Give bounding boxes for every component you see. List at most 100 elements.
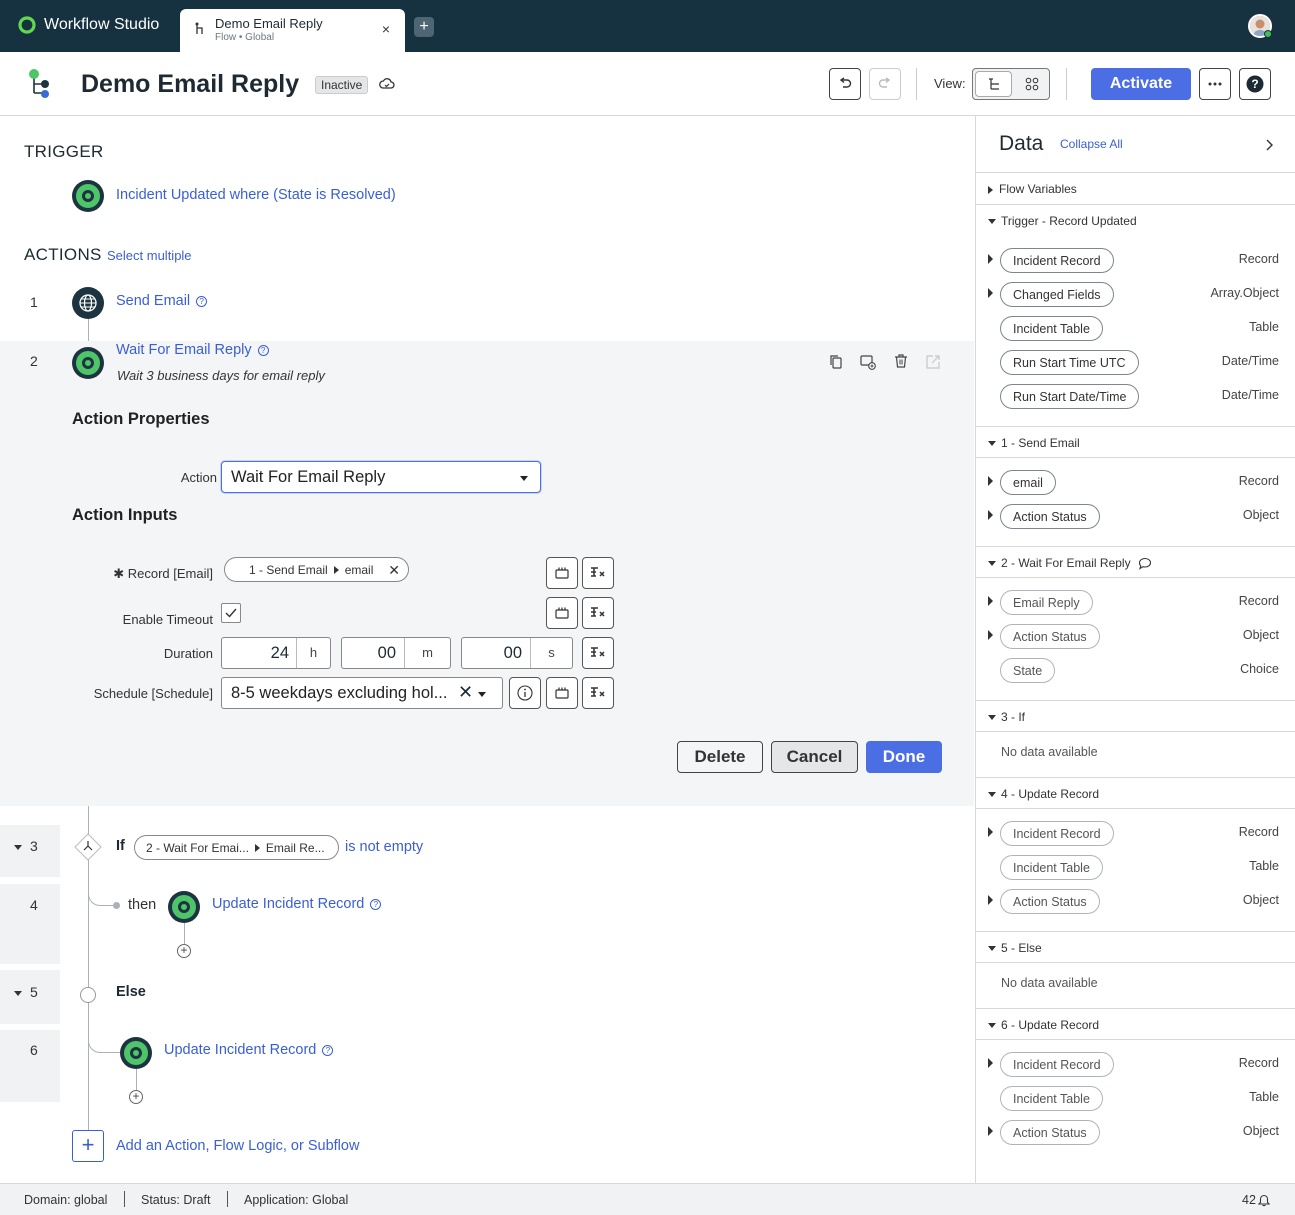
data-pill[interactable]: Incident Record <box>1000 821 1114 846</box>
collapse-step-icon[interactable] <box>14 839 27 854</box>
data-item[interactable]: Action Status Object <box>976 1115 1295 1149</box>
help-button[interactable]: ? <box>1239 68 1271 100</box>
data-pill[interactable]: State <box>1000 658 1056 683</box>
data-pill[interactable]: Run Start Time UTC <box>1000 350 1139 375</box>
data-item[interactable]: Run Start Time UTC Date/Time <box>976 345 1295 379</box>
duration-seconds-input[interactable]: 00 s <box>461 637 573 669</box>
data-item[interactable]: Email Reply Record <box>976 585 1295 619</box>
add-step-icon[interactable]: + <box>177 944 191 958</box>
data-section-else[interactable]: 5 - Else <box>976 931 1295 963</box>
add-action-link[interactable]: Add an Action, Flow Logic, or Subflow <box>116 1138 359 1154</box>
more-options-button[interactable] <box>1199 68 1231 100</box>
data-item[interactable]: Incident Table Table <box>976 1081 1295 1115</box>
select-multiple-link[interactable]: Select multiple <box>107 248 192 263</box>
expand-icon[interactable] <box>988 476 993 486</box>
condition-operator[interactable]: is not empty <box>345 839 423 855</box>
expand-icon[interactable] <box>988 510 993 520</box>
collapse-step-icon[interactable] <box>14 985 27 1000</box>
comment-icon[interactable] <box>1138 557 1152 571</box>
tree-view-button[interactable] <box>975 71 1012 97</box>
data-section-if[interactable]: 3 - If <box>976 700 1295 732</box>
data-pill-picker-button[interactable] <box>546 677 578 709</box>
clear-icon[interactable]: ✕ <box>458 682 473 703</box>
undo-button[interactable] <box>829 68 861 100</box>
data-pill[interactable]: Run Start Date/Time <box>1000 384 1140 409</box>
info-button[interactable] <box>509 677 541 709</box>
action-select[interactable]: Wait For Email Reply <box>221 461 541 493</box>
step-6-item[interactable]: Update Incident Record? <box>164 1042 334 1058</box>
data-item[interactable]: Incident Table Table <box>976 311 1295 345</box>
data-section-update-record-4[interactable]: 4 - Update Record <box>976 777 1295 809</box>
data-pill-picker-button[interactable] <box>546 597 578 629</box>
trigger-link[interactable]: Incident Updated where (State is Resolve… <box>116 187 396 203</box>
data-pill[interactable]: Incident Record <box>1000 248 1114 273</box>
duration-hours-input[interactable]: 24 h <box>221 637 331 669</box>
expand-icon[interactable] <box>988 254 993 264</box>
data-item[interactable]: Action Status Object <box>976 884 1295 918</box>
script-toggle-button[interactable] <box>582 557 614 589</box>
data-section-flow-variables[interactable]: Flow Variables <box>976 172 1295 204</box>
collapse-all-link[interactable]: Collapse All <box>1060 137 1123 151</box>
data-pill[interactable]: Action Status <box>1000 624 1100 649</box>
data-item[interactable]: Action Status Object <box>976 499 1295 533</box>
data-item[interactable]: Incident Record Record <box>976 243 1295 277</box>
help-icon[interactable]: ? <box>257 344 269 356</box>
data-pill-picker-button[interactable] <box>546 557 578 589</box>
help-icon[interactable]: ? <box>196 295 208 307</box>
expand-icon[interactable] <box>988 827 993 837</box>
redo-button[interactable] <box>869 68 901 100</box>
script-toggle-button[interactable] <box>582 597 614 629</box>
schedule-select[interactable]: 8-5 weekdays excluding hol... ✕ <box>221 677 503 709</box>
new-tab-button[interactable]: + <box>414 17 434 37</box>
add-action-button[interactable]: + <box>72 1130 104 1162</box>
data-section-trigger[interactable]: Trigger - Record Updated <box>976 204 1295 236</box>
expand-icon[interactable] <box>988 1058 993 1068</box>
data-item[interactable]: Incident Record Record <box>976 1047 1295 1081</box>
chevron-right-icon[interactable] <box>1265 138 1275 152</box>
data-item[interactable]: Incident Record Record <box>976 816 1295 850</box>
data-pill[interactable]: Email Reply <box>1000 590 1093 615</box>
notification-count[interactable]: 42 <box>1242 1193 1256 1207</box>
data-item[interactable]: State Choice <box>976 653 1295 687</box>
data-section-wait-for-email-reply[interactable]: 2 - Wait For Email Reply <box>976 546 1295 578</box>
activate-button[interactable]: Activate <box>1091 68 1191 100</box>
data-pill[interactable]: Incident Table <box>1000 855 1103 880</box>
delete-button[interactable]: Delete <box>677 741 763 773</box>
cloud-icon[interactable] <box>379 77 395 91</box>
data-pill[interactable]: Changed Fields <box>1000 282 1114 307</box>
add-comment-icon[interactable] <box>860 354 876 370</box>
step-2-item[interactable]: Wait For Email Reply? <box>116 342 269 358</box>
help-icon[interactable]: ? <box>322 1044 334 1056</box>
expand-icon[interactable] <box>988 596 993 606</box>
timeout-checkbox[interactable] <box>221 603 241 623</box>
script-toggle-button[interactable] <box>582 637 614 669</box>
data-item[interactable]: Incident Table Table <box>976 850 1295 884</box>
data-pill[interactable]: Action Status <box>1000 1120 1100 1145</box>
expand-icon[interactable] <box>988 288 993 298</box>
duration-minutes-input[interactable]: 00 m <box>341 637 451 669</box>
diagram-view-button[interactable] <box>1014 69 1049 99</box>
expand-icon[interactable] <box>988 630 993 640</box>
data-item[interactable]: Changed Fields Array.Object <box>976 277 1295 311</box>
step-1-item[interactable]: Send Email? <box>116 293 208 309</box>
help-icon[interactable]: ? <box>370 898 382 910</box>
script-toggle-button[interactable] <box>582 677 614 709</box>
data-pill[interactable]: email <box>1000 470 1056 495</box>
condition-data-pill[interactable]: 2 - Wait For Emai... Email Re... <box>134 835 339 860</box>
expand-icon[interactable] <box>988 895 993 905</box>
data-section-send-email[interactable]: 1 - Send Email <box>976 426 1295 458</box>
close-tab-icon[interactable]: × <box>382 21 390 37</box>
add-step-icon[interactable]: + <box>129 1090 143 1104</box>
open-external-icon[interactable] <box>925 354 941 370</box>
copy-icon[interactable] <box>828 354 844 370</box>
data-pill[interactable]: Incident Table <box>1000 316 1103 341</box>
data-item[interactable]: Run Start Date/Time Date/Time <box>976 379 1295 413</box>
data-pill[interactable]: Incident Table <box>1000 1086 1103 1111</box>
app-brand[interactable]: Workflow Studio <box>18 16 159 34</box>
delete-icon[interactable] <box>893 353 909 369</box>
data-pill[interactable]: Action Status <box>1000 504 1100 529</box>
tab-demo-email-reply[interactable]: Demo Email Reply Flow • Global × <box>180 9 405 52</box>
data-pill[interactable]: Action Status <box>1000 889 1100 914</box>
data-item[interactable]: email Record <box>976 465 1295 499</box>
data-section-update-record-6[interactable]: 6 - Update Record <box>976 1008 1295 1040</box>
